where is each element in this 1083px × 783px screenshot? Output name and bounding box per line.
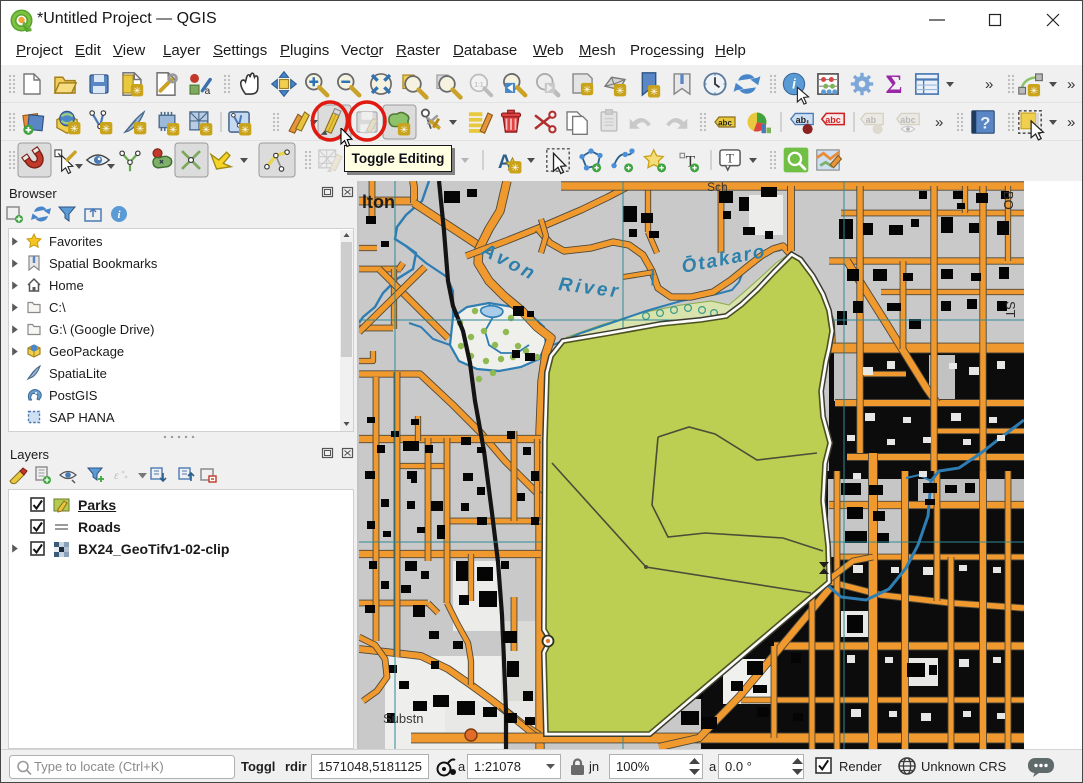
svg-text:?: ?: [980, 114, 990, 133]
svg-text:✳: ✳: [1030, 86, 1038, 97]
svg-text:abc: abc: [825, 115, 840, 125]
svg-text:i: i: [792, 76, 796, 91]
svg-text:»: »: [985, 76, 993, 93]
svg-text:a: a: [205, 86, 211, 97]
svg-text:»: »: [1067, 76, 1075, 93]
svg-text:»: »: [1067, 114, 1075, 131]
svg-text:lton: lton: [362, 192, 395, 212]
svg-text:abc: abc: [900, 115, 915, 125]
svg-text:»: »: [935, 114, 943, 131]
svg-text:ab: ab: [796, 115, 807, 125]
svg-text:T: T: [726, 151, 734, 165]
svg-text:ab: ab: [866, 115, 877, 125]
svg-text:BO: BO: [1001, 191, 1016, 210]
svg-text:1:1: 1:1: [474, 81, 484, 88]
svg-text:Σ: Σ: [886, 70, 903, 99]
svg-text:Sch: Sch: [707, 181, 728, 194]
svg-text:Substn: Substn: [383, 711, 423, 726]
svg-text:ST: ST: [1003, 301, 1018, 318]
svg-text:ε: ε: [114, 468, 119, 482]
